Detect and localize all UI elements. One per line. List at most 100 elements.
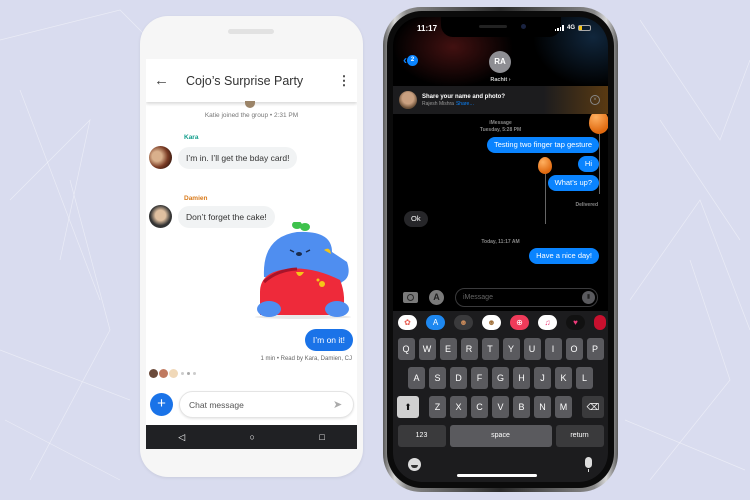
app-store-icon[interactable]: A — [429, 290, 444, 305]
contact-name[interactable]: Rachit › — [393, 77, 608, 83]
return-key[interactable]: return — [555, 425, 604, 447]
key[interactable]: P — [586, 338, 604, 360]
app-bar: ← Cojo’s Surprise Party ⋮ — [146, 59, 357, 102]
image-search-app-icon[interactable]: ⊕ — [510, 315, 529, 330]
back-arrow-icon[interactable]: ← — [154, 72, 176, 89]
key[interactable]: U — [523, 338, 541, 360]
message-bubble-outgoing: Hi — [577, 156, 599, 172]
message-bubble-incoming: Ok — [404, 211, 428, 227]
battery-icon — [578, 25, 591, 31]
iphone-screen: 11:17 4G ‹ 2 RA Rachit › Share your name… — [393, 17, 608, 482]
digital-touch-app-icon[interactable]: ♥ — [566, 315, 585, 330]
keyboard-row-3: ⬆ Z X C V B N M ⌫ — [393, 396, 608, 418]
key[interactable]: D — [450, 367, 467, 389]
key[interactable]: Z — [429, 396, 446, 418]
home-indicator[interactable] — [457, 474, 537, 477]
typing-dot — [181, 372, 184, 375]
key[interactable]: L — [576, 367, 593, 389]
android-screen: ← Cojo’s Surprise Party ⋮ Katie joined t… — [146, 59, 357, 449]
contact-avatar[interactable]: RA — [489, 51, 511, 73]
message-bubble-outgoing: What’s up? — [547, 175, 599, 191]
key[interactable]: N — [534, 396, 551, 418]
microphone-icon[interactable] — [585, 457, 592, 472]
app-store-app-icon[interactable]: A — [426, 315, 445, 330]
iphone: 11:17 4G ‹ 2 RA Rachit › Share your name… — [383, 7, 618, 492]
add-attachment-button[interactable]: + — [150, 393, 173, 416]
delivered-status: Delivered — [575, 202, 598, 208]
network-type: 4G — [566, 25, 575, 31]
animoji-app-icon[interactable]: ☻ — [482, 315, 501, 330]
imessage-placeholder: iMessage — [463, 294, 493, 301]
key[interactable]: Y — [502, 338, 520, 360]
key[interactable]: O — [565, 338, 583, 360]
sticker-image — [255, 222, 351, 319]
message-bubble-outgoing: Testing two finger tap gesture — [487, 137, 599, 153]
key[interactable]: M — [555, 396, 572, 418]
key[interactable]: X — [450, 396, 467, 418]
photos-app-icon[interactable]: ✿ — [398, 315, 417, 330]
keyboard-row-4: 123 space return — [393, 425, 608, 447]
key[interactable]: E — [439, 338, 457, 360]
camera-icon[interactable] — [403, 292, 418, 303]
earpiece — [478, 25, 507, 28]
background-texture — [0, 9, 750, 481]
sender-name-kara: Kara — [184, 134, 199, 141]
audio-message-icon[interactable]: ▮ — [582, 291, 595, 304]
balloon-string — [545, 174, 546, 224]
key[interactable]: T — [481, 338, 499, 360]
katie-avatar — [245, 101, 255, 108]
message-bubble-outgoing: I’m on it! — [304, 329, 353, 351]
music-app-icon[interactable]: ♫ — [538, 315, 557, 330]
key[interactable]: S — [429, 367, 446, 389]
more-apps-icon[interactable] — [594, 315, 606, 330]
memoji-app-icon[interactable]: ☻ — [454, 315, 473, 330]
key[interactable]: G — [492, 367, 509, 389]
android-phone: ← Cojo’s Surprise Party ⋮ Katie joined t… — [140, 16, 363, 477]
typing-dot — [193, 372, 196, 375]
send-icon[interactable]: ➤ — [333, 398, 353, 411]
system-message: Katie joined the group • 2:31 PM — [204, 112, 299, 119]
balloon-decoration — [538, 157, 552, 174]
key[interactable]: I — [544, 338, 562, 360]
nav-recents-icon[interactable]: □ — [319, 432, 324, 442]
banner-title: Share your name and photo? — [422, 93, 506, 100]
status-time: 11:17 — [417, 24, 438, 33]
key[interactable]: J — [534, 367, 551, 389]
more-options-icon[interactable]: ⋮ — [337, 73, 351, 89]
key[interactable]: W — [418, 338, 436, 360]
typing-dot — [187, 372, 190, 375]
key[interactable]: B — [513, 396, 530, 418]
unread-badge: 2 — [407, 54, 418, 66]
backspace-key[interactable]: ⌫ — [582, 396, 604, 418]
space-key[interactable]: space — [449, 425, 552, 447]
emoji-icon[interactable] — [408, 458, 421, 471]
typing-avatar — [159, 369, 168, 378]
android-nav-bar: ◁ ○ □ — [146, 425, 357, 449]
key[interactable]: V — [492, 396, 509, 418]
iphone-bezel: 11:17 4G ‹ 2 RA Rachit › Share your name… — [387, 11, 614, 488]
phone-speaker — [228, 29, 274, 34]
share-link[interactable]: Share… — [456, 101, 474, 107]
key[interactable]: H — [513, 367, 530, 389]
message-bubble-outgoing: Have a nice day! — [529, 248, 599, 264]
close-icon[interactable]: × — [590, 95, 600, 105]
shift-key[interactable]: ⬆ — [397, 396, 419, 418]
key[interactable]: R — [460, 338, 478, 360]
share-name-banner: Share your name and photo? Rajesh Mishra… — [393, 86, 608, 114]
chat-message-input[interactable]: Chat message ➤ — [179, 391, 354, 418]
key[interactable]: Q — [397, 338, 415, 360]
imessage-input[interactable]: iMessage ▮ — [455, 288, 598, 307]
nav-back-icon[interactable]: ◁ — [178, 432, 185, 443]
typing-avatar — [149, 369, 158, 378]
signal-icon — [554, 25, 564, 31]
service-label: iMessage — [489, 120, 512, 126]
notch — [440, 17, 561, 37]
numbers-key[interactable]: 123 — [397, 425, 446, 447]
nav-home-icon[interactable]: ○ — [250, 432, 255, 442]
back-button[interactable]: ‹ 2 — [403, 53, 418, 67]
key[interactable]: K — [555, 367, 572, 389]
key[interactable]: C — [471, 396, 488, 418]
key[interactable]: A — [408, 367, 425, 389]
key[interactable]: F — [471, 367, 488, 389]
status-icons: 4G — [554, 25, 591, 31]
